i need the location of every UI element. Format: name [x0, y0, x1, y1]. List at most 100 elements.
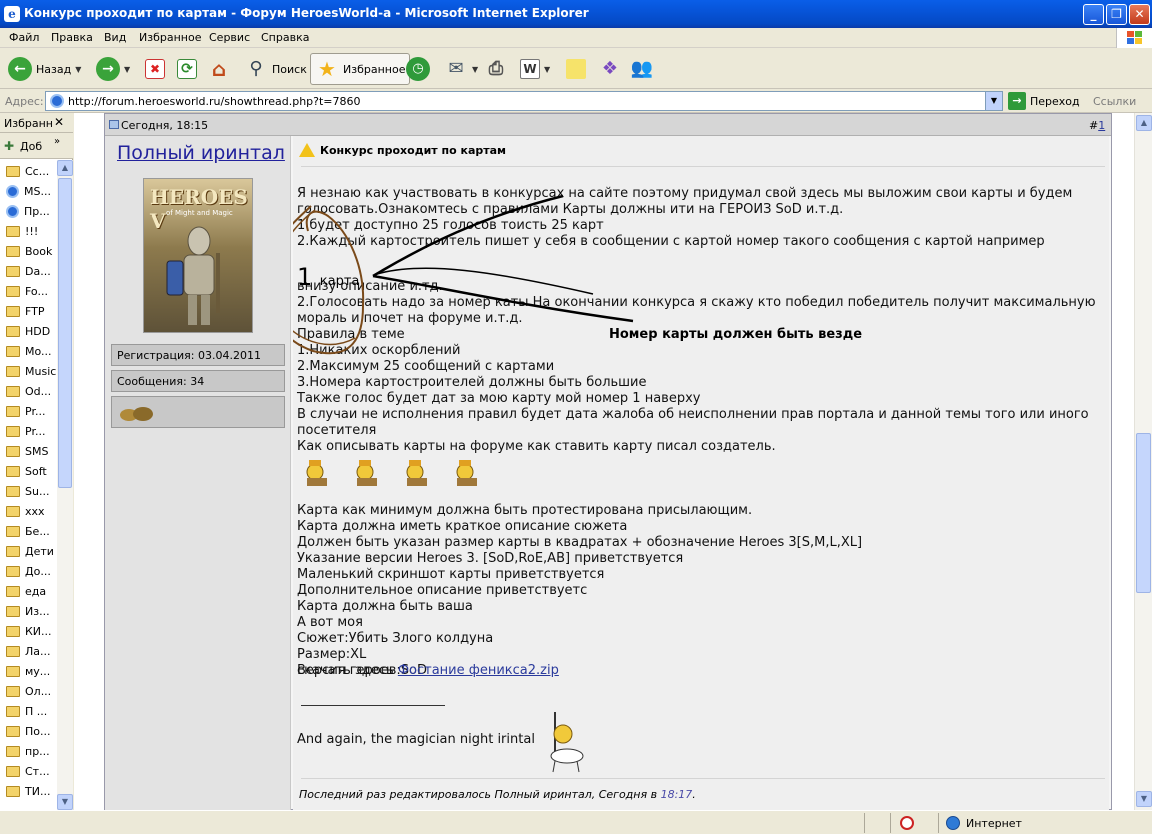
favorite-item[interactable]: SMS: [6, 442, 56, 460]
scroll-up-icon[interactable]: ▲: [1136, 115, 1152, 131]
favorite-item[interactable]: пр...: [6, 742, 56, 760]
favorite-item[interactable]: До...: [6, 562, 56, 580]
add-favorite-label: Доб: [20, 140, 43, 153]
forward-button[interactable]: → ▼: [96, 53, 130, 85]
research-button[interactable]: ❖: [598, 53, 622, 85]
menu-file[interactable]: Файл: [9, 31, 39, 44]
chevron-down-icon[interactable]: ▼: [544, 65, 550, 74]
username-link[interactable]: Полный иринтал: [117, 142, 285, 164]
favorite-item[interactable]: !!!: [6, 222, 56, 240]
post-icon: [109, 120, 119, 129]
favorite-item[interactable]: Fo...: [6, 282, 56, 300]
history-button[interactable]: ◷: [406, 53, 430, 85]
menu-favorites[interactable]: Избранное: [139, 31, 201, 44]
address-dropdown-icon[interactable]: ▼: [985, 92, 1002, 110]
mail-button[interactable]: ✉ ▼: [444, 53, 478, 85]
address-input[interactable]: http://forum.heroesworld.ru/showthread.p…: [45, 91, 1003, 111]
favorite-item[interactable]: Mo...: [6, 342, 56, 360]
edited-time: 18:17: [660, 788, 693, 801]
favorite-item[interactable]: КИ...: [6, 622, 56, 640]
favorite-item[interactable]: му...: [6, 662, 56, 680]
scroll-down-icon[interactable]: ▼: [57, 794, 73, 810]
favorite-item[interactable]: Пр...: [6, 202, 56, 220]
folder-icon: [6, 365, 20, 377]
scroll-thumb[interactable]: [1136, 433, 1151, 593]
back-button[interactable]: ← Назад ▼: [8, 53, 81, 85]
window-title: Конкурс проходит по картам - Форум Heroe…: [24, 6, 589, 20]
messenger-button[interactable]: 👥: [630, 53, 654, 85]
favorite-item[interactable]: FTP: [6, 302, 56, 320]
refresh-button[interactable]: ⟳: [177, 53, 197, 85]
scroll-thumb[interactable]: [58, 178, 72, 488]
favorite-item[interactable]: MS...: [6, 182, 56, 200]
favorite-item-label: Mo...: [25, 344, 52, 358]
menu-edit[interactable]: Правка: [51, 31, 93, 44]
favorite-item[interactable]: HDD: [6, 322, 56, 340]
favorite-item-label: HDD: [25, 324, 51, 338]
post-text-line: Также голос будет дат за мою карту мой н…: [297, 391, 701, 406]
favorite-item-label: По...: [25, 724, 51, 738]
favorite-item[interactable]: Дети: [6, 542, 56, 560]
favorite-item[interactable]: Pr...: [6, 402, 56, 420]
folder-icon: [6, 385, 20, 397]
download-link[interactable]: Фостание феникса2.zip: [398, 663, 559, 678]
go-button[interactable]: → Переход: [1008, 91, 1080, 111]
favorite-item[interactable]: Ла...: [6, 642, 56, 660]
favorite-item[interactable]: П ...: [6, 702, 56, 720]
chevron-down-icon[interactable]: ▼: [124, 65, 130, 74]
menu-help[interactable]: Справка: [261, 31, 309, 44]
links-label[interactable]: Ссылки: [1093, 95, 1136, 108]
favorite-item-label: Pr...: [25, 404, 46, 418]
favorite-item[interactable]: Music: [6, 362, 56, 380]
menu-view[interactable]: Вид: [104, 31, 126, 44]
post-text-line: посетителя: [297, 423, 377, 438]
popup-blocked-icon[interactable]: [900, 816, 914, 830]
post-number[interactable]: #1: [1089, 119, 1105, 132]
close-button[interactable]: ✕: [1129, 4, 1150, 25]
favorite-item[interactable]: Сс...: [6, 162, 56, 180]
favorite-item[interactable]: Su...: [6, 482, 56, 500]
chevron-right-icon: »: [54, 136, 61, 147]
favorite-item[interactable]: Da...: [6, 262, 56, 280]
scroll-down-icon[interactable]: ▼: [1136, 791, 1152, 807]
favorite-item[interactable]: еда: [6, 582, 56, 600]
home-button[interactable]: ⌂: [207, 53, 231, 85]
favorites-button[interactable]: ★ Избранное: [310, 53, 411, 85]
stop-button[interactable]: ✖: [145, 53, 165, 85]
favorite-item-label: Ст...: [25, 764, 50, 778]
search-button[interactable]: ⚲ Поиск: [244, 53, 306, 85]
post-text-line: Карта должна быть ваша: [297, 599, 473, 614]
edit-button[interactable]: W ▼: [520, 53, 550, 85]
close-icon[interactable]: ✕: [54, 115, 64, 129]
favorite-item[interactable]: Ол...: [6, 682, 56, 700]
chevron-down-icon[interactable]: ▼: [472, 65, 478, 74]
maximize-button[interactable]: ❐: [1106, 4, 1127, 25]
favorite-item[interactable]: Book: [6, 242, 56, 260]
post-number-link[interactable]: 1: [1098, 119, 1105, 132]
minimize-button[interactable]: _: [1083, 4, 1104, 25]
add-favorite-button[interactable]: ✚ Доб »: [0, 133, 73, 159]
knight-icon: [166, 226, 220, 325]
favorite-item-label: Дети: [25, 544, 54, 558]
chevron-down-icon[interactable]: ▼: [75, 65, 81, 74]
favorite-item[interactable]: Od...: [6, 382, 56, 400]
main-scrollbar[interactable]: ▲ ▼: [1134, 113, 1152, 810]
messages-box: Сообщения: 34: [111, 370, 285, 392]
favorites-scrollbar[interactable]: ▲ ▼: [57, 160, 73, 810]
discuss-button[interactable]: [566, 53, 586, 85]
smileys-row: [299, 458, 483, 488]
favorite-item[interactable]: ТИ...: [6, 782, 56, 800]
folder-icon: [6, 285, 20, 297]
favorite-item[interactable]: Ст...: [6, 762, 56, 780]
print-button[interactable]: ⎙: [484, 53, 508, 85]
favorite-item[interactable]: Бе...: [6, 522, 56, 540]
menu-bar: Файл Правка Вид Избранное Сервис Справка: [0, 28, 1152, 48]
favorite-item[interactable]: Из...: [6, 602, 56, 620]
menu-tools[interactable]: Сервис: [209, 31, 250, 44]
windows-flag-icon: [1116, 28, 1152, 48]
favorite-item[interactable]: По...: [6, 722, 56, 740]
favorite-item[interactable]: Pr...: [6, 422, 56, 440]
favorite-item[interactable]: Soft: [6, 462, 56, 480]
favorite-item[interactable]: xxx: [6, 502, 56, 520]
scroll-up-icon[interactable]: ▲: [57, 160, 73, 176]
